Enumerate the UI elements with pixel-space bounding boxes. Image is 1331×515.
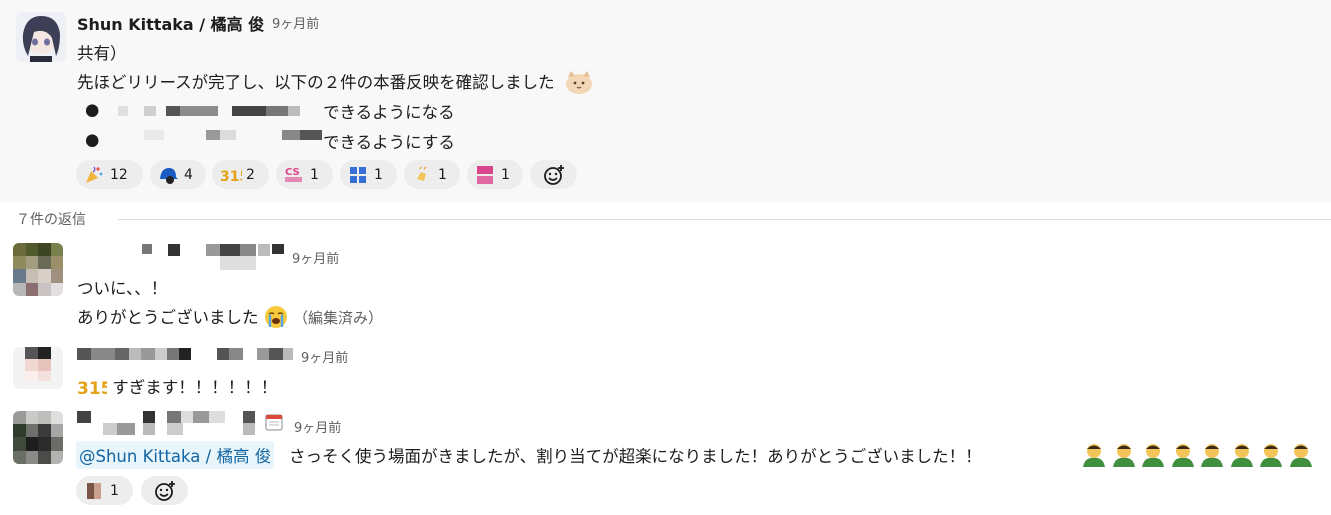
redacted-author-name (138, 242, 288, 276)
reaction-count: 1 (110, 482, 119, 499)
reaction-3150[interactable]: 3150 2 (212, 160, 269, 189)
message-line-text: 先ほどリリースが完了し、以下の２件の本番反映を確認しました (77, 73, 555, 92)
kitsuhiko-sticker-icon (475, 165, 495, 185)
reply-text: ありがとうございました （編集済み） (77, 304, 383, 329)
reply-avatar[interactable] (13, 411, 63, 464)
reaction-count: 4 (184, 166, 193, 183)
blue-cap-icon (158, 165, 178, 185)
add-emoji-icon (542, 163, 566, 191)
parent-message: Shun Kittaka / 橘高 俊 9ヶ月前 共有） 先ほどリリースが完了し… (0, 0, 1331, 202)
redacted-text (118, 103, 318, 122)
reaction-count: 1 (438, 166, 447, 183)
person-bowing-icon (1139, 440, 1169, 472)
3150-emoji-icon: 3150 (77, 374, 124, 399)
reply-timestamp[interactable]: 9ヶ月前 (292, 248, 339, 267)
thread-divider (118, 219, 1331, 220)
svg-text:3150: 3150 (77, 379, 107, 398)
add-reaction-button[interactable] (141, 476, 188, 505)
person-bowing-icon (1110, 440, 1140, 472)
calendar-status-icon (264, 412, 284, 436)
party-popper-icon (84, 165, 104, 185)
person-bowing-icon (1198, 440, 1228, 472)
loudly-crying-face-icon (264, 305, 288, 329)
reply-timestamp[interactable]: 9ヶ月前 (301, 347, 348, 366)
add-emoji-icon (153, 479, 177, 507)
reply-avatar[interactable] (13, 347, 63, 389)
reaction-count: 1 (374, 166, 383, 183)
svg-text:3150: 3150 (220, 169, 242, 185)
reply-text: ついに、、！ (77, 279, 168, 298)
person-bowing-icon (1228, 440, 1258, 472)
reaction-count: 1 (501, 166, 510, 183)
reply-text: さっそく使う場面がきましたが、割り当てが超楽になりました！ありがとうございました… (289, 447, 982, 466)
message-line: 先ほどリリースが完了し、以下の２件の本番反映を確認しました (77, 69, 594, 95)
person-bowing-icon (1080, 440, 1110, 472)
person-bowing-icon (1287, 440, 1317, 472)
reply-text-line: ありがとうございました (77, 308, 259, 327)
bullet-text: できるようにする (323, 133, 455, 152)
reaction-count: 12 (110, 166, 128, 183)
redacted-author-name (77, 347, 297, 366)
cs-sticker-icon: CS (284, 165, 304, 185)
add-reaction-button[interactable] (530, 160, 577, 189)
reply-avatar[interactable] (13, 243, 63, 296)
reply-timestamp[interactable]: 9ヶ月前 (294, 417, 341, 436)
reaction-kitsuhiko[interactable]: 1 (467, 160, 523, 189)
reaction-count: 2 (246, 166, 255, 183)
bullet-dot: ● (85, 130, 100, 149)
reply-reaction[interactable]: 1 (76, 476, 133, 505)
bullet-text: できるようになる (323, 103, 455, 122)
author-name[interactable]: Shun Kittaka / 橘高 俊 (77, 11, 264, 35)
person-bowing-icon (1169, 440, 1199, 472)
reply-text: 3150 すぎます！！！！！！ (77, 374, 278, 399)
cat-emoji-icon (564, 69, 594, 95)
crying-sticker-icon (348, 165, 368, 185)
custom-photo-emoji-icon (84, 481, 104, 501)
edited-label: （編集済み） (293, 309, 384, 327)
reply-text-line: すぎます！！！！！！ (112, 378, 278, 397)
bullet-dot: ● (85, 100, 100, 119)
3150-sticker-icon: 3150 (220, 165, 259, 185)
clapping-icon (412, 165, 432, 185)
message-timestamp[interactable]: 9ヶ月前 (272, 13, 319, 32)
redacted-text (140, 127, 330, 146)
reaction-blue-cap[interactable]: 4 (150, 160, 206, 189)
author-avatar[interactable] (16, 12, 66, 62)
person-bowing-icon (1257, 440, 1287, 472)
svg-text:CS: CS (285, 167, 300, 178)
message-line: 共有） (77, 44, 127, 63)
redacted-author-name (77, 411, 267, 443)
reaction-crying[interactable]: 1 (340, 160, 397, 189)
reaction-party-popper[interactable]: 12 (76, 160, 143, 189)
reaction-cs[interactable]: CS 1 (276, 160, 333, 189)
user-mention[interactable]: @Shun Kittaka / 橘高 俊 (76, 441, 275, 469)
reply-count: ７件の返信 (16, 212, 86, 228)
reaction-clapping[interactable]: 1 (404, 160, 460, 189)
reaction-count: 1 (310, 166, 319, 183)
emoji-row (1080, 440, 1316, 472)
